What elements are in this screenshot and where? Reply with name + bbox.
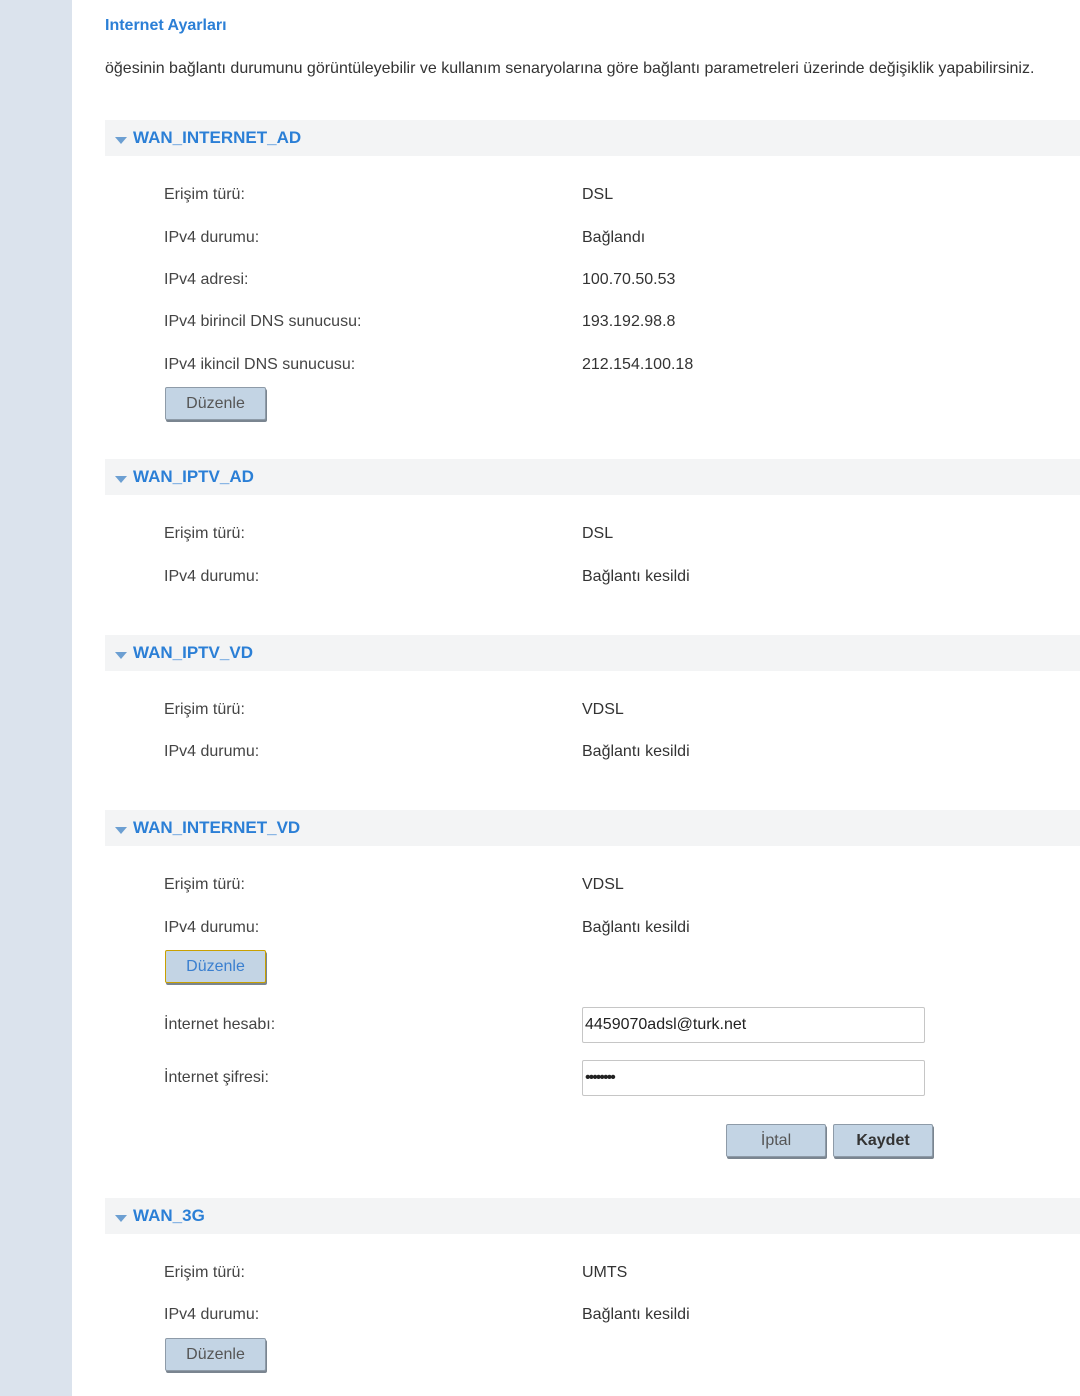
ipv4-status-value: Bağlantı kesildi [582,568,690,585]
edit-button-wan-internet-ad[interactable]: Düzenle [165,387,266,420]
edit-button-wan-3g[interactable]: Düzenle [165,1338,266,1371]
access-type-value: VDSL [582,876,624,893]
page-description: öğesinin bağlantı durumunu görüntüleyebi… [105,60,1035,77]
access-type-label: Erişim türü: [164,701,245,718]
collapse-triangle-icon [115,827,127,834]
ipv4-status-value: Bağlantı kesildi [582,919,690,936]
access-type-label: Erişim türü: [164,525,245,542]
collapse-triangle-icon [115,1215,127,1222]
ipv4-primary-dns-label: IPv4 birincil DNS sunucusu: [164,313,362,330]
edit-button-wan-internet-vd[interactable]: Düzenle [165,950,266,983]
ipv4-status-value: Bağlantı kesildi [582,1306,690,1323]
section-title: WAN_INTERNET_AD [133,128,302,147]
ipv4-secondary-dns-label: IPv4 ikincil DNS sunucusu: [164,356,356,373]
collapse-triangle-icon [115,476,127,483]
section-title: WAN_INTERNET_VD [133,818,301,837]
section-header-wan-iptv-ad[interactable]: WAN_IPTV_AD [105,459,1080,495]
access-type-label: Erişim türü: [164,876,245,893]
page-title: Internet Ayarları [105,17,227,34]
ipv4-status-label: IPv4 durumu: [164,919,260,936]
section-title: WAN_IPTV_AD [133,467,254,486]
ipv4-status-value: Bağlandı [582,229,646,246]
ipv4-address-label: IPv4 adresi: [164,271,249,288]
internet-password-label: İnternet şifresi: [164,1069,269,1086]
collapse-triangle-icon [115,137,127,144]
section-header-wan-iptv-vd[interactable]: WAN_IPTV_VD [105,635,1080,671]
ipv4-secondary-dns-value: 212.154.100.18 [582,356,694,373]
access-type-value: DSL [582,525,614,542]
section-header-wan-3g[interactable]: WAN_3G [105,1198,1080,1234]
access-type-label: Erişim türü: [164,1264,245,1281]
left-sidebar [0,0,72,1396]
ipv4-status-label: IPv4 durumu: [164,743,260,760]
access-type-value: DSL [582,186,614,203]
ipv4-status-value: Bağlantı kesildi [582,743,690,760]
ipv4-status-label: IPv4 durumu: [164,1306,260,1323]
section-header-wan-internet-vd[interactable]: WAN_INTERNET_VD [105,810,1080,846]
section-title: WAN_3G [133,1206,205,1225]
cancel-button[interactable]: İptal [726,1124,826,1157]
ipv4-address-value: 100.70.50.53 [582,271,676,288]
internet-account-label: İnternet hesabı: [164,1016,276,1033]
collapse-triangle-icon [115,652,127,659]
access-type-label: Erişim türü: [164,186,245,203]
internet-password-input[interactable]: •••••••• [582,1060,925,1096]
save-button[interactable]: Kaydet [833,1124,933,1157]
access-type-value: VDSL [582,701,624,718]
internet-account-input[interactable]: 4459070adsl@turk.net [582,1007,925,1043]
section-title: WAN_IPTV_VD [133,643,253,662]
ipv4-primary-dns-value: 193.192.98.8 [582,313,676,330]
section-header-wan-internet-ad[interactable]: WAN_INTERNET_AD [105,120,1080,156]
ipv4-status-label: IPv4 durumu: [164,568,260,585]
access-type-value: UMTS [582,1264,628,1281]
ipv4-status-label: IPv4 durumu: [164,229,260,246]
